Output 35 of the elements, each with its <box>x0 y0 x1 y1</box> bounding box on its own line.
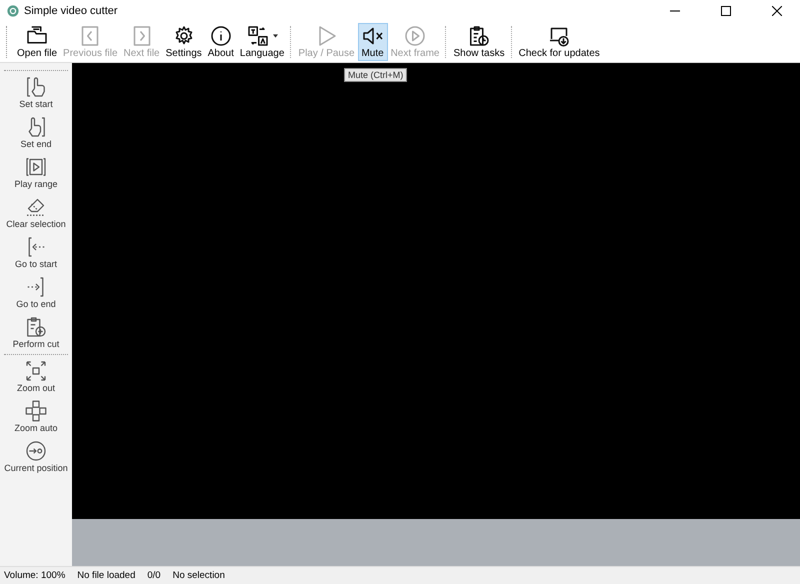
sidebar-button[interactable]: Clear selection <box>6 193 66 233</box>
info-icon <box>208 24 233 48</box>
expand-icon <box>24 359 48 383</box>
sidebar-button[interactable]: Zoom out <box>16 357 56 397</box>
toolbar-button[interactable]: Settings <box>162 23 205 61</box>
toolbar-button[interactable]: Open file <box>14 23 60 61</box>
sidebar-button[interactable]: Perform cut <box>12 313 60 353</box>
status-text: 0/0 <box>147 570 161 581</box>
status-text: No file loaded <box>77 570 136 581</box>
play-range-icon <box>24 155 48 179</box>
play-circle-icon <box>403 24 428 48</box>
sidebar-button[interactable]: Zoom auto <box>14 397 58 437</box>
tooltip: Mute (Ctrl+M) <box>344 68 408 82</box>
app-logo-icon <box>7 5 19 17</box>
status-text: Volume: 100% <box>4 570 66 581</box>
sidebar-button[interactable]: Play range <box>14 153 58 193</box>
toolbar-button[interactable]: Check for updates <box>516 23 603 61</box>
squares-icon <box>24 399 48 423</box>
sidebar-button[interactable]: Current position <box>4 437 68 477</box>
toolbar-button[interactable]: Language <box>236 23 288 61</box>
sidebar-button[interactable]: Go to start <box>14 233 58 273</box>
toolbar-button[interactable]: About <box>204 23 237 61</box>
translate-icon <box>246 24 270 48</box>
toolbar-button[interactable]: Mute <box>358 23 388 61</box>
status-text: No selection <box>172 570 225 581</box>
arrow-target-icon <box>24 439 48 463</box>
sidebar-button[interactable]: Set end <box>20 113 52 153</box>
toolbar-button[interactable]: Show tasks <box>450 23 508 61</box>
sidebar-button[interactable]: Go to end <box>16 273 56 313</box>
maximize-icon[interactable] <box>721 6 731 16</box>
window-title: Simple video cutter <box>24 5 118 17</box>
close-icon[interactable] <box>772 6 782 16</box>
sidebar-button[interactable]: Set start <box>19 73 53 113</box>
dropdown-arrow-icon[interactable] <box>273 34 278 38</box>
clipboard-clock-icon <box>467 24 492 48</box>
